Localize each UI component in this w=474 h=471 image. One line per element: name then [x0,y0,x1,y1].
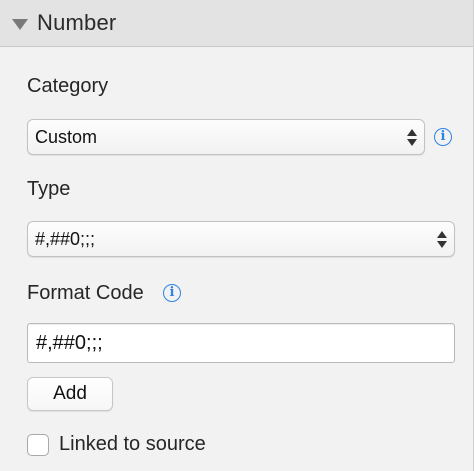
triangle-down-icon[interactable] [12,18,28,30]
category-info-icon[interactable]: i [434,128,452,146]
category-popup[interactable]: Custom [27,119,425,155]
number-section-header[interactable]: Number [0,0,473,47]
type-popup[interactable]: #,##0;;; [27,221,455,257]
type-selected-value: #,##0;;; [35,228,96,249]
type-label: Type [27,178,71,200]
section-title: Number [37,10,117,35]
linked-to-source-label[interactable]: Linked to source [59,433,206,456]
number-format-panel: Number Category Custom i Type #,##0;;; F… [0,0,474,471]
popup-arrows-icon [436,230,448,248]
format-code-label: Format Code [27,282,144,304]
format-code-input[interactable] [27,323,455,363]
add-button[interactable]: Add [27,377,113,411]
linked-to-source-checkbox[interactable] [27,434,49,456]
popup-arrows-icon [406,128,418,146]
category-label: Category [27,75,109,97]
category-selected-value: Custom [35,126,98,147]
format-code-info-icon[interactable]: i [163,284,181,302]
